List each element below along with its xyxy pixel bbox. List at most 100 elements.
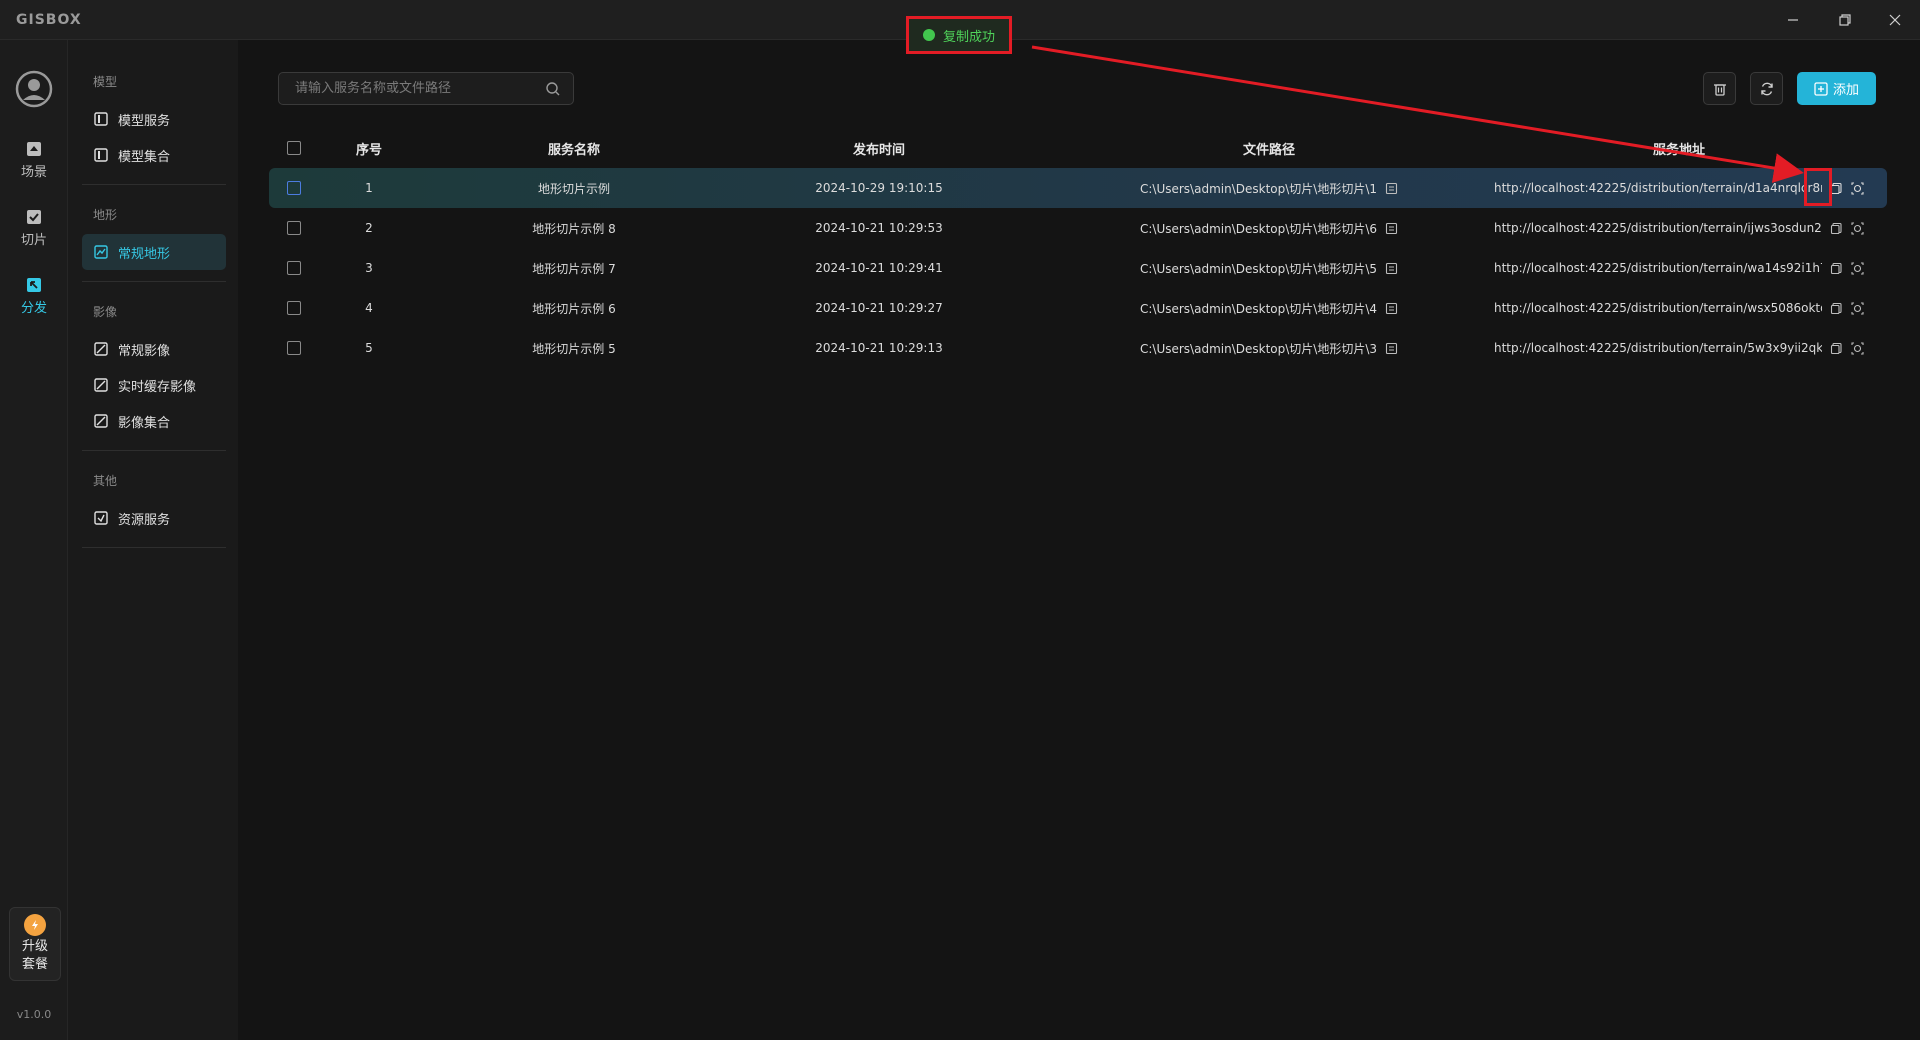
upgrade-plan-button[interactable]: 升级 套餐	[9, 907, 61, 981]
row-path: C:\Users\admin\Desktop\切片\地形切片\1	[1139, 181, 1377, 196]
row-url-cell: http://localhost:42225/distribution/terr…	[1479, 288, 1879, 328]
header-time: 发布时间	[852, 142, 905, 158]
row-checkbox-cell[interactable]	[285, 168, 303, 208]
avatar[interactable]	[15, 70, 53, 108]
close-icon	[1889, 14, 1901, 26]
search-box[interactable]	[278, 72, 574, 105]
select-all-checkbox[interactable]	[287, 141, 301, 155]
preview-icon[interactable]	[1851, 181, 1864, 195]
row-checkbox[interactable]	[287, 221, 301, 235]
preview-icon[interactable]	[1851, 301, 1864, 315]
row-time: 2024-10-29 19:10:15	[815, 181, 943, 195]
rail-item-label: 场景	[20, 165, 47, 180]
group-title-model: 模型	[93, 75, 118, 89]
preview-icon[interactable]	[1851, 261, 1864, 275]
row-index: 4	[365, 301, 373, 315]
copy-icon[interactable]	[1830, 262, 1843, 275]
table-row[interactable]: 4 地形切片示例 6 2024-10-21 10:29:27 C:\Users\…	[269, 288, 1887, 328]
refresh-button[interactable]	[1750, 72, 1783, 105]
copy-icon[interactable]	[1830, 222, 1843, 235]
preview-icon[interactable]	[1851, 221, 1864, 235]
restore-button[interactable]	[1822, 0, 1868, 40]
row-checkbox[interactable]	[287, 301, 301, 315]
row-checkbox[interactable]	[287, 181, 301, 195]
nav-item-resource-service[interactable]: 资源服务	[82, 500, 226, 536]
row-checkbox[interactable]	[287, 341, 301, 355]
version-label: v1.0.0	[16, 1008, 52, 1021]
row-checkbox-cell[interactable]	[285, 248, 303, 288]
row-url: http://localhost:42225/distribution/terr…	[1494, 301, 1822, 315]
icon-rail: 场景 切片 分发 升级 套餐 v1.0.0	[0, 40, 68, 1040]
copy-button-highlight	[1804, 168, 1832, 206]
row-time: 2024-10-21 10:29:53	[815, 221, 943, 235]
rail-item-slice[interactable]: 切片	[0, 208, 68, 248]
resource-icon	[94, 511, 108, 525]
row-path-cell: C:\Users\admin\Desktop\切片\地形切片\1	[1049, 168, 1489, 208]
minimize-button[interactable]	[1770, 0, 1816, 40]
nav-item-label: 常规影像	[118, 343, 171, 359]
nav-item-label: 模型服务	[118, 113, 171, 129]
row-index: 5	[365, 341, 373, 355]
row-time: 2024-10-21 10:29:13	[815, 341, 943, 355]
close-button[interactable]	[1872, 0, 1918, 40]
row-path: C:\Users\admin\Desktop\切片\地形切片\6	[1139, 221, 1377, 236]
divider	[82, 281, 226, 282]
copy-icon[interactable]	[1830, 342, 1843, 355]
open-folder-icon[interactable]	[1385, 182, 1398, 195]
nav-item-label: 实时缓存影像	[118, 379, 197, 395]
nav-item-realtime-cache-imagery[interactable]: 实时缓存影像	[82, 367, 226, 403]
model-service-icon	[94, 112, 108, 126]
upgrade-label-2: 套餐	[21, 957, 48, 972]
main-content: 添加 序号 服务名称 发布时间 文件路径 服务地址 1 地形切片示例 2024-…	[238, 40, 1920, 1040]
row-path: C:\Users\admin\Desktop\切片\地形切片\4	[1139, 301, 1377, 316]
table-row[interactable]: 5 地形切片示例 5 2024-10-21 10:29:13 C:\Users\…	[269, 328, 1887, 368]
rail-item-label: 切片	[20, 233, 47, 248]
row-checkbox-cell[interactable]	[285, 208, 303, 248]
table-row[interactable]: 3 地形切片示例 7 2024-10-21 10:29:41 C:\Users\…	[269, 248, 1887, 288]
open-folder-icon[interactable]	[1385, 262, 1398, 275]
nav-item-model-collection[interactable]: 模型集合	[82, 137, 226, 173]
trash-icon	[1713, 83, 1726, 96]
add-icon	[1814, 81, 1828, 96]
nav-item-label: 影像集合	[118, 415, 171, 431]
row-name: 地形切片示例 7	[532, 261, 616, 276]
row-url-cell: http://localhost:42225/distribution/terr…	[1479, 248, 1879, 288]
row-url: http://localhost:42225/distribution/terr…	[1494, 181, 1822, 195]
table-row[interactable]: 2 地形切片示例 8 2024-10-21 10:29:53 C:\Users\…	[269, 208, 1887, 248]
rail-item-distribute[interactable]: 分发	[0, 276, 68, 316]
open-folder-icon[interactable]	[1385, 342, 1398, 355]
nav-item-model-service[interactable]: 模型服务	[82, 101, 226, 137]
row-index: 2	[365, 221, 373, 235]
select-all-cell[interactable]	[285, 128, 303, 168]
row-checkbox-cell[interactable]	[285, 288, 303, 328]
table-row[interactable]: 1 地形切片示例 2024-10-29 19:10:15 C:\Users\ad…	[269, 168, 1887, 208]
row-time: 2024-10-21 10:29:41	[815, 261, 943, 275]
terrain-icon	[94, 245, 108, 259]
row-index: 1	[365, 181, 373, 195]
header-index: 序号	[355, 142, 382, 158]
nav-item-imagery-collection[interactable]: 影像集合	[82, 403, 226, 439]
preview-icon[interactable]	[1851, 341, 1864, 355]
imagery-collection-icon	[94, 414, 108, 428]
header-url: 服务地址	[1652, 142, 1705, 158]
search-input[interactable]	[279, 73, 539, 104]
nav-item-regular-imagery[interactable]: 常规影像	[82, 331, 226, 367]
delete-button[interactable]	[1703, 72, 1736, 105]
nav-item-regular-terrain[interactable]: 常规地形	[82, 234, 226, 270]
search-icon[interactable]	[545, 81, 561, 97]
slice-icon	[27, 210, 41, 224]
add-button[interactable]: 添加	[1797, 72, 1876, 105]
open-folder-icon[interactable]	[1385, 222, 1398, 235]
row-url-cell: http://localhost:42225/distribution/terr…	[1479, 208, 1879, 248]
row-checkbox-cell[interactable]	[285, 328, 303, 368]
open-folder-icon[interactable]	[1385, 302, 1398, 315]
copy-success-toast: 复制成功	[906, 16, 1012, 54]
row-name: 地形切片示例 8	[532, 221, 616, 236]
row-url: http://localhost:42225/distribution/terr…	[1494, 221, 1822, 235]
group-title-terrain: 地形	[93, 208, 118, 222]
check-circle-icon	[922, 29, 935, 41]
copy-icon[interactable]	[1830, 302, 1843, 315]
rail-item-scene[interactable]: 场景	[0, 140, 68, 180]
distribute-icon	[27, 278, 41, 292]
row-checkbox[interactable]	[287, 261, 301, 275]
